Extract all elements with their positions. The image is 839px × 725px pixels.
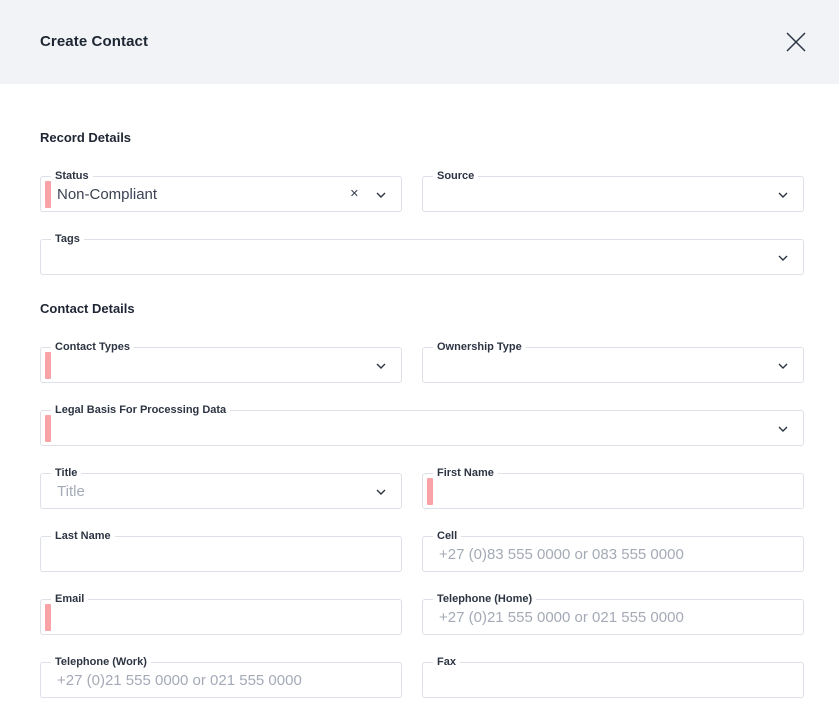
chevron-down-icon[interactable]: [777, 423, 789, 435]
cell-label: Cell: [433, 529, 462, 543]
status-select[interactable]: Status Non-Compliant ✕: [40, 169, 402, 212]
first-name-label: First Name: [433, 466, 498, 480]
chevron-down-icon[interactable]: [777, 189, 789, 201]
ownership-type-select[interactable]: Ownership Type: [422, 340, 804, 383]
required-marker: [45, 604, 51, 631]
telephone-home-field[interactable]: Telephone (Home) +27 (0)21 555 0000 or 0…: [422, 592, 804, 635]
title-label: Title: [51, 466, 82, 480]
cell-placeholder: +27 (0)83 555 0000 or 083 555 0000: [439, 546, 684, 563]
required-marker: [45, 415, 51, 442]
required-marker: [45, 352, 51, 379]
telephone-home-label: Telephone (Home): [433, 592, 537, 606]
chevron-down-icon[interactable]: [375, 486, 387, 498]
source-select[interactable]: Source: [422, 169, 804, 212]
status-label: Status: [51, 169, 93, 183]
telephone-work-field[interactable]: Telephone (Work) +27 (0)21 555 0000 or 0…: [40, 655, 402, 698]
tags-label: Tags: [51, 232, 84, 246]
telephone-work-placeholder: +27 (0)21 555 0000 or 021 555 0000: [57, 672, 302, 689]
telephone-work-label: Telephone (Work): [51, 655, 151, 669]
email-field[interactable]: Email: [40, 592, 402, 635]
clear-icon[interactable]: ✕: [350, 187, 359, 201]
modal-title: Create Contact: [40, 33, 149, 50]
modal-header: Create Contact: [0, 0, 839, 84]
contact-types-select[interactable]: Contact Types: [40, 340, 402, 383]
contact-types-label: Contact Types: [51, 340, 134, 354]
cell-field[interactable]: Cell +27 (0)83 555 0000 or 083 555 0000: [422, 529, 804, 572]
title-placeholder: Title: [57, 483, 85, 500]
required-marker: [427, 478, 433, 505]
first-name-field[interactable]: First Name: [422, 466, 804, 509]
chevron-down-icon[interactable]: [777, 360, 789, 372]
legal-basis-label: Legal Basis For Processing Data: [51, 403, 231, 417]
close-icon: [786, 32, 806, 52]
fax-label: Fax: [433, 655, 460, 669]
chevron-down-icon[interactable]: [375, 189, 387, 201]
status-value: Non-Compliant: [57, 186, 158, 203]
source-label: Source: [433, 169, 479, 183]
email-label: Email: [51, 592, 89, 606]
last-name-label: Last Name: [51, 529, 115, 543]
chevron-down-icon[interactable]: [777, 252, 789, 264]
section-title-record-details: Record Details: [40, 130, 132, 145]
tags-select[interactable]: Tags: [40, 232, 804, 275]
ownership-type-label: Ownership Type: [433, 340, 526, 354]
legal-basis-select[interactable]: Legal Basis For Processing Data: [40, 403, 804, 446]
last-name-field[interactable]: Last Name: [40, 529, 402, 572]
section-title-contact-details: Contact Details: [40, 301, 135, 316]
close-button[interactable]: [784, 30, 808, 54]
required-marker: [45, 181, 51, 208]
telephone-home-placeholder: +27 (0)21 555 0000 or 021 555 0000: [439, 609, 684, 626]
fax-field[interactable]: Fax: [422, 655, 804, 698]
chevron-down-icon[interactable]: [375, 360, 387, 372]
title-select[interactable]: Title Title: [40, 466, 402, 509]
